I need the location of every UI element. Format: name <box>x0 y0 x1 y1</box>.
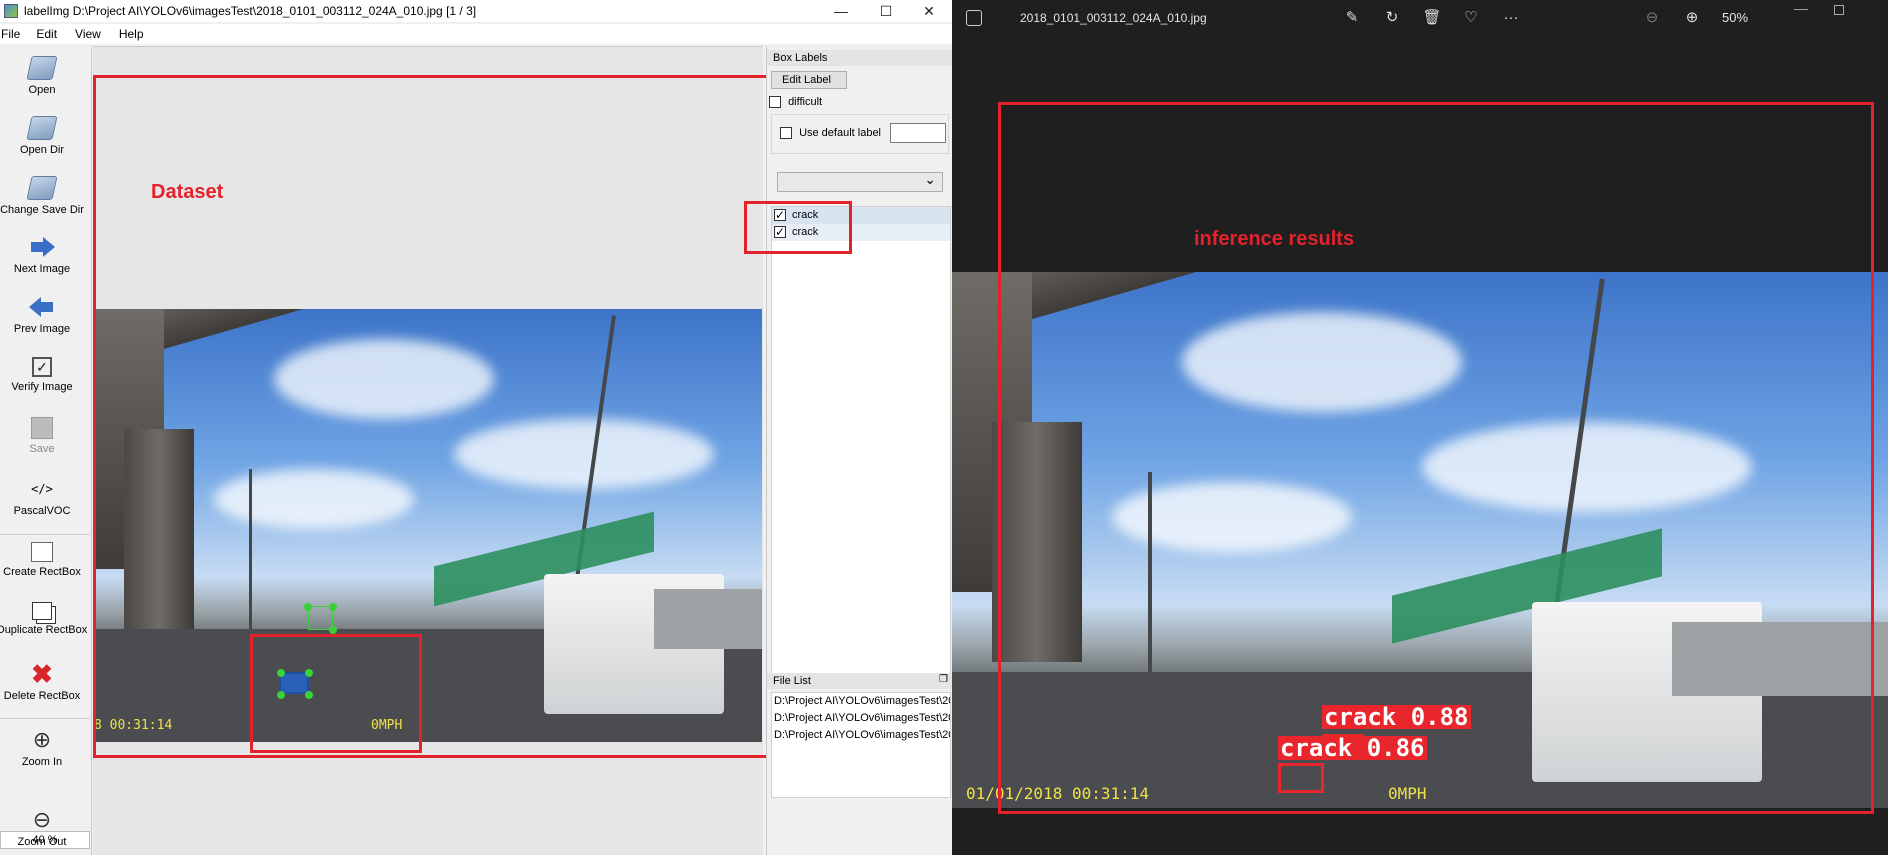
use-default-label-checkbox[interactable] <box>780 127 792 140</box>
file-list-item[interactable]: D:\Project AI\YOLOv6\imagesTest\2018_010… <box>772 710 950 727</box>
verify-image-label: Verify Image <box>11 381 73 393</box>
annotation-canvas[interactable]: 8 00:31:14 0MPH Dataset <box>93 46 952 855</box>
labelimg-titlebar: labelImg D:\Project AI\YOLOv6\imagesTest… <box>0 0 952 22</box>
more-icon[interactable]: ··· <box>1497 6 1525 30</box>
open-dir-button-label: Open Dir <box>19 144 65 156</box>
zoom-in-icon: ⊕ <box>32 727 52 752</box>
duplicate-rectbox-label: Duplicate RectBox <box>0 624 88 636</box>
duplicate-rectbox-button[interactable]: Duplicate RectBox <box>0 602 90 636</box>
default-label-group: Use default label <box>771 114 949 154</box>
toolbar-separator <box>0 534 90 535</box>
zoom-level: 50% <box>1722 10 1749 25</box>
open-button[interactable]: Open <box>0 56 84 96</box>
zoom-in-label: Zoom In <box>21 756 63 768</box>
maximize-button[interactable]: ☐ <box>863 0 909 22</box>
labelimg-window: labelImg D:\Project AI\YOLOv6\imagesTest… <box>0 0 952 855</box>
change-save-dir-icon <box>26 176 58 200</box>
right-dock: Box Labels Edit Label difficult Use defa… <box>744 46 952 855</box>
file-list-item[interactable]: D:\Project AI\YOLOv6\imagesTest\2018_010… <box>772 693 950 710</box>
difficult-checkbox-row[interactable]: difficult <box>769 96 823 109</box>
zoom-in-button[interactable]: ⊕ Zoom In <box>0 727 84 769</box>
menu-help[interactable]: Help <box>119 27 152 41</box>
create-rectbox-label: Create RectBox <box>3 566 81 578</box>
window-title: labelImg D:\Project AI\YOLOv6\imagesTest… <box>24 4 477 18</box>
edit-image-icon[interactable]: ✎ <box>1338 6 1366 30</box>
menu-file[interactable]: File <box>1 27 28 41</box>
dataset-annotation-label: Dataset <box>151 181 224 203</box>
difficult-checkbox[interactable] <box>769 96 781 109</box>
difficult-label: difficult <box>788 96 823 108</box>
file-list-title: File List <box>767 673 952 689</box>
pascalvoc-label: PascalVOC <box>13 505 71 517</box>
file-list: D:\Project AI\YOLOv6\imagesTest\2018_010… <box>771 692 951 798</box>
toolbar-separator <box>0 718 90 719</box>
next-arrow-icon <box>29 235 55 259</box>
zoom-in-icon[interactable]: ⊕ <box>1678 6 1706 30</box>
inference-highlight-box <box>998 102 1874 814</box>
zoom-out-label: Zoom Out <box>17 836 67 848</box>
photos-viewer-window: 2018_0101_003112_024A_010.jpg ✎ ↻ 🗑 ♡ ··… <box>952 0 1888 855</box>
photos-minimize-button[interactable]: — <box>1794 0 1808 16</box>
zoom-out-icon: ⊖ <box>32 807 52 832</box>
save-button[interactable]: Save <box>0 417 84 455</box>
pascalvoc-button[interactable]: </> PascalVOC <box>0 477 84 517</box>
favorite-heart-icon[interactable]: ♡ <box>1457 6 1485 30</box>
format-code-icon: </> <box>31 482 53 496</box>
next-image-label: Next Image <box>13 263 71 275</box>
save-label: Save <box>29 443 55 455</box>
menu-edit[interactable]: Edit <box>36 27 65 41</box>
labelimg-app-icon <box>4 4 18 18</box>
zoom-out-button[interactable]: ⊖ Zoom Out <box>0 807 84 849</box>
verify-check-icon: ✓ <box>32 357 52 377</box>
duplicate-rectbox-icon <box>32 602 52 620</box>
open-button-label: Open <box>28 84 56 96</box>
menu-bar: File Edit View Help <box>0 24 952 44</box>
delete-rectbox-label: Delete RectBox <box>3 690 81 702</box>
delete-x-icon: ✖ <box>31 659 53 689</box>
close-button[interactable]: ✕ <box>906 0 952 22</box>
change-save-dir-button[interactable]: Change Save Dir <box>0 176 84 216</box>
open-dir-icon <box>26 116 58 140</box>
inference-annotation-label: inference results <box>1194 228 1355 250</box>
photos-filename: 2018_0101_003112_024A_010.jpg <box>1020 11 1207 25</box>
rotate-icon[interactable]: ↻ <box>1378 6 1406 30</box>
save-icon <box>31 417 53 439</box>
edit-label-button[interactable]: Edit Label <box>771 71 847 89</box>
zoom-out-icon[interactable]: ⊖ <box>1638 6 1666 30</box>
next-image-button[interactable]: Next Image <box>0 235 84 275</box>
menu-view[interactable]: View <box>75 27 109 41</box>
left-toolbar: Open Open Dir Change Save Dir Next Image… <box>0 46 92 855</box>
prev-arrow-icon <box>29 295 55 319</box>
open-folder-icon <box>26 56 58 80</box>
open-dir-button[interactable]: Open Dir <box>0 116 84 156</box>
verify-image-button[interactable]: ✓ Verify Image <box>0 357 84 393</box>
undock-icon[interactable]: ❐ <box>939 674 948 685</box>
file-list-item[interactable]: D:\Project AI\YOLOv6\imagesTest\2018_010… <box>772 727 950 744</box>
use-default-label-text: Use default label <box>799 127 882 139</box>
label-combo-box[interactable] <box>777 171 943 192</box>
prev-image-button[interactable]: Prev Image <box>0 295 84 335</box>
label-highlight-box <box>250 634 422 753</box>
photos-app-icon <box>966 10 982 26</box>
label-list: crack crack <box>771 206 951 680</box>
photos-maximize-button[interactable] <box>1834 5 1844 15</box>
default-label-input[interactable] <box>890 123 946 143</box>
minimize-button[interactable]: — <box>818 0 864 22</box>
create-rectbox-button[interactable]: Create RectBox <box>0 542 84 578</box>
create-rectbox-icon <box>31 542 53 562</box>
delete-rectbox-button[interactable]: ✖ Delete RectBox <box>0 659 84 702</box>
delete-icon[interactable]: 🗑 <box>1418 6 1446 30</box>
photos-titlebar: 2018_0101_003112_024A_010.jpg ✎ ↻ 🗑 ♡ ··… <box>952 0 1888 40</box>
labels-highlight-box <box>744 201 852 254</box>
box-labels-title: Box Labels <box>767 50 952 66</box>
change-save-dir-label: Change Save Dir <box>0 204 84 216</box>
use-default-label-row[interactable]: Use default label <box>780 127 882 140</box>
prev-image-label: Prev Image <box>13 323 71 335</box>
